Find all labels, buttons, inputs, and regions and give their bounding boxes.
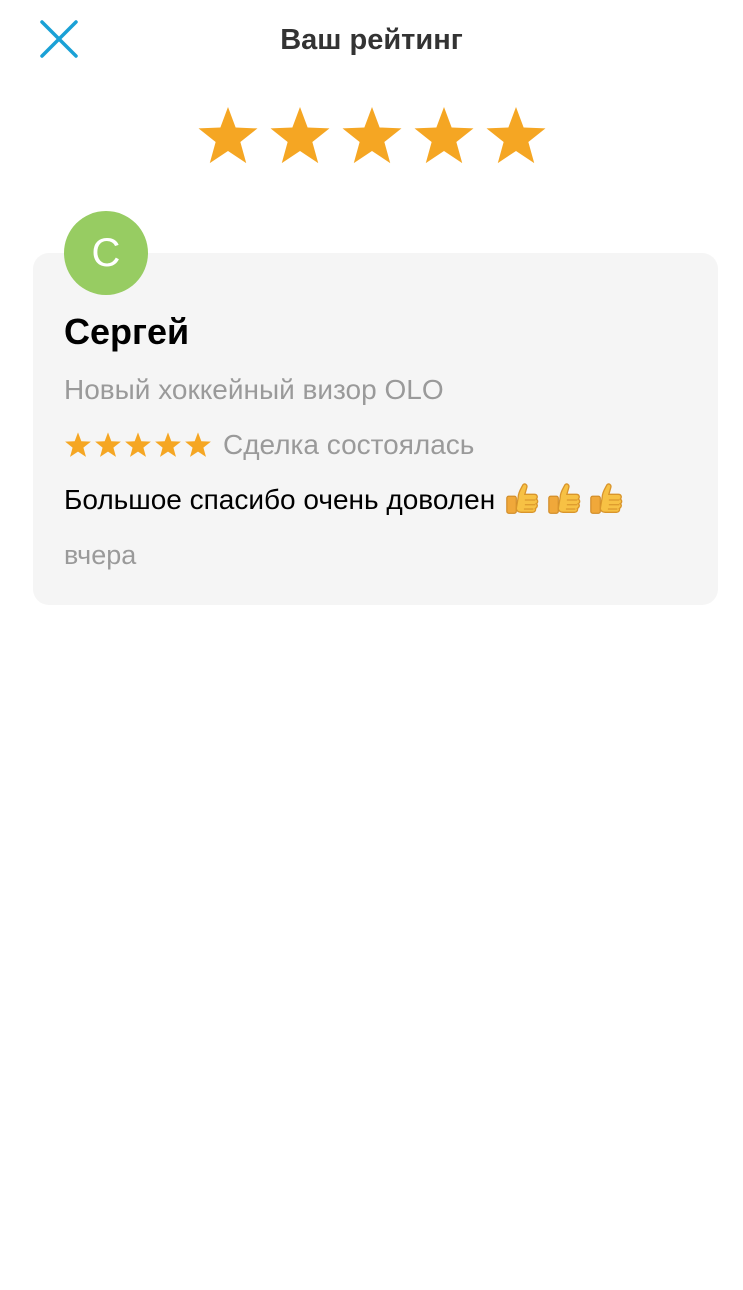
star-icon	[414, 107, 473, 164]
thumbs-up-icon	[506, 483, 539, 514]
star-icon	[155, 432, 181, 457]
star-icon	[268, 104, 332, 168]
item-title: Новый хоккейный визор OLO	[64, 374, 444, 405]
review-date: вчера	[64, 540, 137, 570]
star-icon	[65, 432, 91, 457]
star-icon	[484, 104, 548, 168]
star-icon	[270, 107, 329, 164]
star-icon	[185, 432, 211, 457]
star-icon	[196, 104, 260, 168]
review-text-row: Большое спасибо очень доволен	[64, 480, 625, 520]
star-icon	[412, 104, 476, 168]
star-icon	[125, 432, 151, 457]
star-icon	[342, 107, 401, 164]
thumbs-emoji-group	[503, 481, 625, 519]
star-icon	[198, 107, 257, 164]
rating-stars	[0, 104, 743, 168]
thumbs-up-icon	[548, 483, 581, 514]
thumbs-up-icon	[590, 483, 623, 514]
review-stars	[64, 431, 212, 459]
star-icon	[486, 107, 545, 164]
review-rating-row: Сделка состоялась	[64, 427, 474, 463]
page-title: Ваш рейтинг	[280, 24, 463, 56]
star-icon	[95, 432, 121, 457]
avatar: С	[64, 211, 148, 295]
deal-status: Сделка состоялась	[223, 429, 475, 460]
review-text: Большое спасибо очень доволен	[64, 484, 496, 515]
star-icon	[340, 104, 404, 168]
reviewer-name: Сергей	[64, 311, 190, 352]
